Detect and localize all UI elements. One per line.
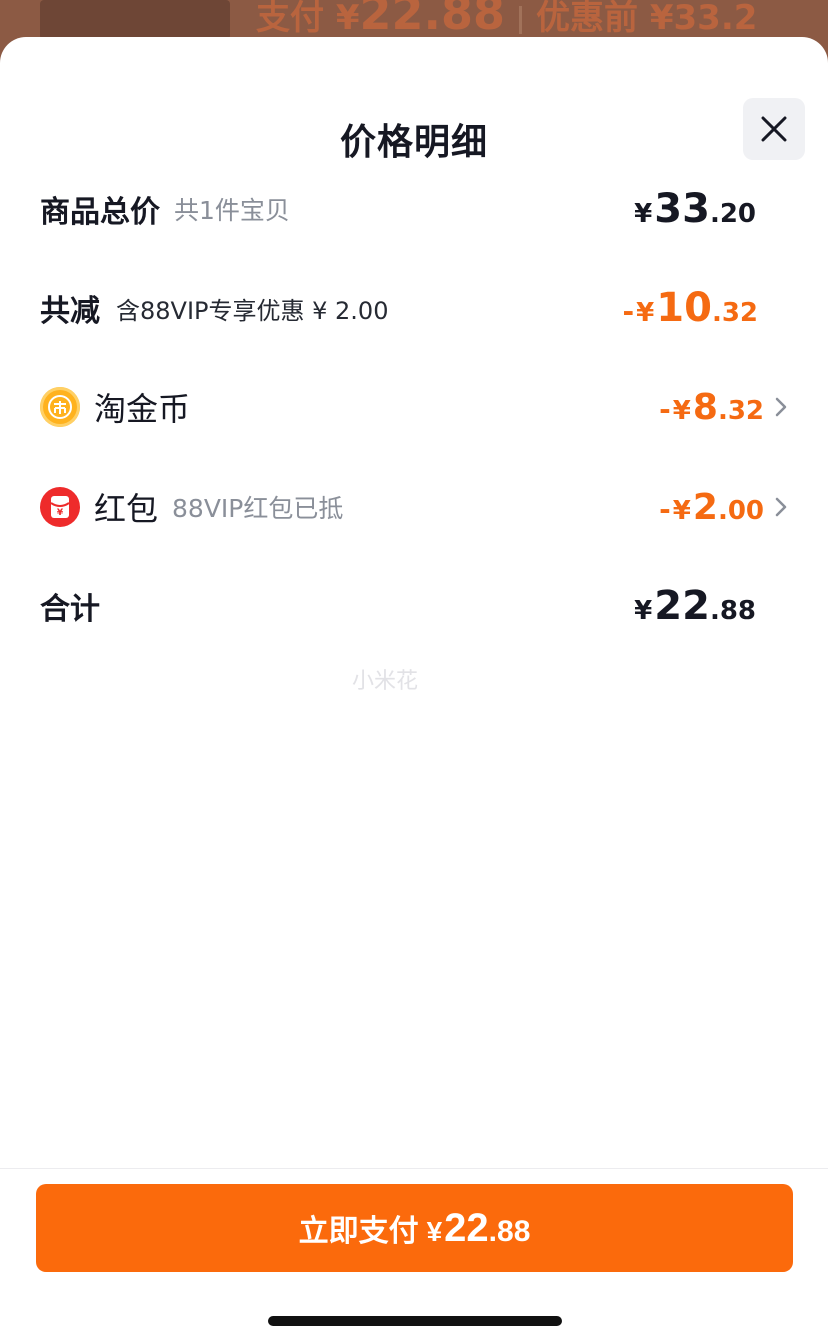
background-product-thumbnail (40, 0, 230, 40)
footer-divider (0, 1168, 828, 1169)
red-packet-sub-text: 88VIP红包已抵 (172, 494, 344, 523)
amount-integer: 10 (656, 285, 712, 331)
row-total-price: 商品总价 共1件宝贝 ¥33.20 (40, 179, 788, 239)
taojinbi-coin-icon (40, 387, 80, 427)
background-price-summary: 支付 ¥22.88 优惠前 ¥33.2 (256, 0, 757, 40)
svg-text:¥: ¥ (57, 508, 64, 518)
watermark-text: 小米花 (352, 669, 419, 694)
currency-symbol: ¥ (672, 395, 691, 426)
chevron-right-icon (775, 397, 787, 417)
background-before-text: 优惠前 ¥33.2 (536, 0, 758, 38)
amount-decimal: .32 (717, 395, 764, 426)
row-red-packet[interactable]: ¥ 红包 88VIP红包已抵 - ¥2.00 (40, 477, 788, 537)
taojinbi-label: 淘金币 (94, 390, 191, 428)
total-discount-amount: - ¥10.32 (623, 285, 758, 331)
red-packet-amount: - ¥2.00 (659, 487, 764, 528)
amount-integer: 22 (444, 1205, 489, 1250)
sum-total-amount: ¥22.88 (634, 583, 756, 629)
minus-sign: - (659, 392, 671, 426)
currency-symbol: ¥ (636, 298, 655, 328)
pay-now-label: 立即支付 (298, 1215, 419, 1248)
minus-sign: - (622, 295, 635, 328)
pay-now-amount: ¥22.88 (427, 1206, 531, 1251)
home-indicator[interactable] (268, 1316, 562, 1326)
amount-integer: 33 (654, 186, 710, 232)
red-packet-icon: ¥ (40, 487, 80, 527)
red-packet-label: 红包 (94, 490, 159, 528)
background-pay-text: 支付 ¥ (256, 0, 360, 38)
chevron-right-icon (775, 497, 787, 517)
background-divider (519, 5, 523, 34)
amount-decimal: .88 (709, 596, 756, 626)
total-price-amount: ¥33.20 (634, 186, 756, 232)
currency-symbol: ¥ (426, 1215, 443, 1247)
row-sum-total: 合计 ¥22.88 (40, 576, 788, 636)
total-price-label: 商品总价 (40, 195, 160, 230)
amount-decimal: .00 (717, 495, 764, 526)
minus-sign: - (659, 492, 671, 526)
close-icon (761, 116, 787, 142)
sheet-title: 价格明细 (339, 122, 488, 163)
taojinbi-amount: - ¥8.32 (659, 387, 764, 428)
amount-decimal: .32 (711, 298, 758, 328)
currency-symbol: ¥ (634, 596, 653, 626)
amount-integer: 2 (692, 486, 718, 528)
price-detail-sheet: 价格明细 商品总价 共1件宝贝 ¥33.20 共减 含88VIP专享优惠 ¥ 2… (0, 37, 828, 1344)
vip-discount-text: 含88VIP专享优惠 ¥ 2.00 (116, 296, 389, 325)
currency-symbol: ¥ (672, 495, 691, 526)
row-total-discount: 共减 含88VIP专享优惠 ¥ 2.00 - ¥10.32 (40, 278, 788, 338)
total-discount-label: 共减 (40, 294, 100, 329)
sum-total-label: 合计 (40, 592, 100, 627)
pay-now-button[interactable]: 立即支付 ¥22.88 (36, 1184, 793, 1272)
amount-integer: 22 (654, 583, 710, 629)
item-count-text: 共1件宝贝 (174, 196, 290, 225)
row-taojinbi[interactable]: 淘金币 - ¥8.32 (40, 377, 788, 437)
currency-symbol: ¥ (634, 199, 653, 229)
close-button[interactable] (743, 98, 805, 160)
amount-decimal: .20 (709, 199, 756, 229)
amount-integer: 8 (692, 386, 718, 428)
amount-decimal: .88 (488, 1214, 531, 1248)
background-pay-amount: 22.88 (359, 0, 506, 40)
